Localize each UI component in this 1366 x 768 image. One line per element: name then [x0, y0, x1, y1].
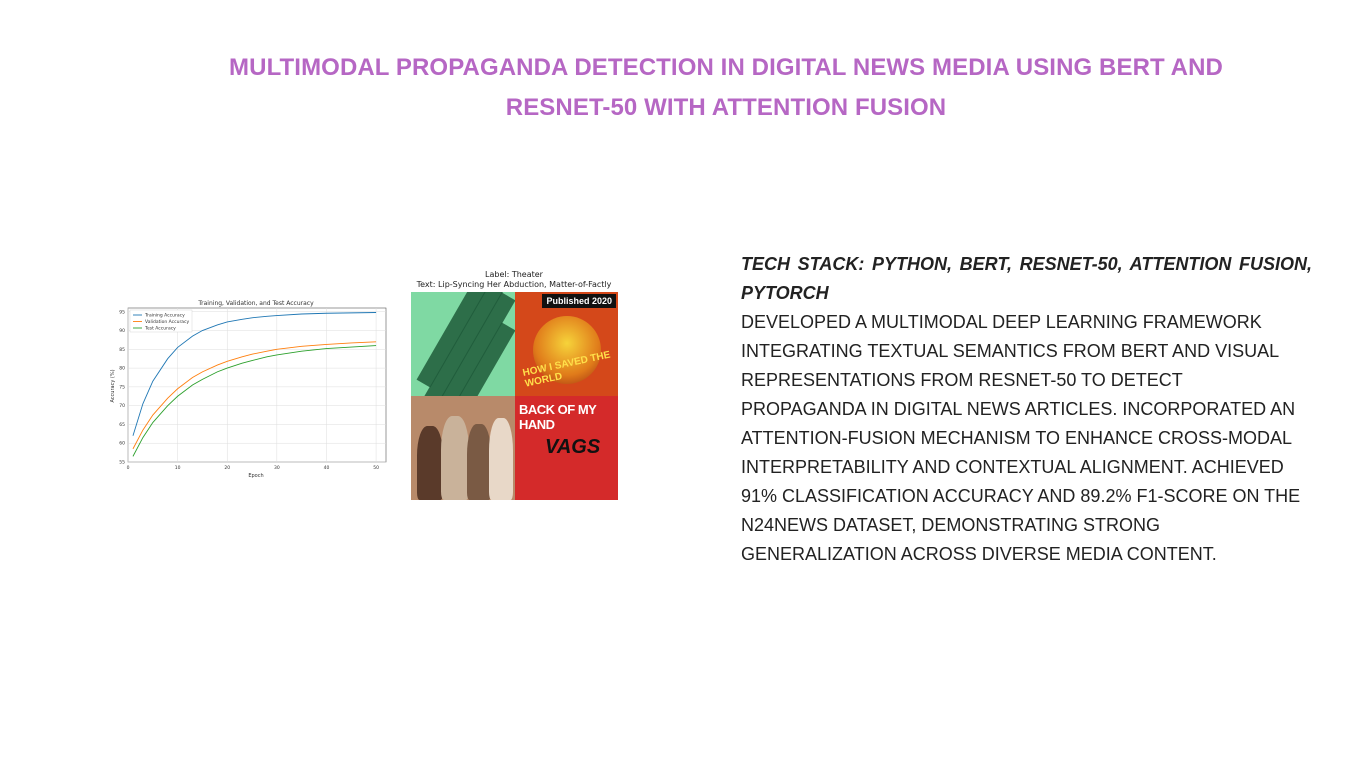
y-tick-label: 70: [119, 403, 125, 409]
x-tick-label: 10: [175, 465, 181, 471]
x-tick-label: 50: [373, 465, 379, 471]
y-tick-label: 65: [119, 422, 125, 428]
collage-tile-globe: Published 2020 HOW I SAVED THE WORLD: [515, 292, 618, 396]
published-badge: Published 2020: [542, 294, 616, 308]
y-tick-label: 85: [119, 347, 125, 353]
collage-image-grid: Published 2020 HOW I SAVED THE WORLD BAC…: [411, 292, 618, 500]
legend-label-0: Training Accuracy: [144, 313, 185, 319]
collage-tile-people: [411, 396, 515, 500]
tech-stack: TECH STACK: PYTHON, BERT, RESNET-50, ATT…: [741, 254, 1312, 303]
collage-tile-back-of-my-hand: BACK OF MY HAND VAGS: [515, 396, 618, 500]
project-description: DEVELOPED A MULTIMODAL DEEP LEARNING FRA…: [741, 312, 1301, 564]
x-tick-label: 30: [274, 465, 280, 471]
legend-label-2: Test Accuracy: [144, 326, 176, 332]
collage-text: Text: Lip-Syncing Her Abduction, Matter-…: [416, 280, 612, 289]
y-tick-label: 80: [119, 366, 125, 372]
series-line-2: [132, 345, 377, 457]
y-tick-label: 95: [119, 309, 125, 315]
accuracy-chart-svg: Training, Validation, and Test Accuracy …: [110, 300, 387, 479]
y-tick-label: 60: [119, 441, 125, 447]
legend-label-1: Validation Accuracy: [145, 319, 190, 325]
back-of-my-hand-text: BACK OF MY HAND: [519, 402, 597, 432]
collage-tile-shivers: [411, 292, 515, 396]
project-description-block: TECH STACK: PYTHON, BERT, RESNET-50, ATT…: [741, 250, 1312, 569]
x-tick-label: 0: [127, 465, 130, 471]
vags-logo: VAGS: [545, 436, 601, 458]
y-tick-label: 75: [119, 384, 125, 390]
collage-label: Label: Theater: [485, 270, 543, 279]
page-title: MULTIMODAL PROPAGANDA DETECTION IN DIGIT…: [229, 54, 1223, 121]
sample-collage: Label: Theater Text: Lip-Syncing Her Abd…: [404, 270, 624, 502]
y-tick-label: 90: [119, 328, 125, 334]
accuracy-chart: Training, Validation, and Test Accuracy …: [108, 296, 392, 480]
series-line-1: [132, 341, 377, 450]
chart-ylabel: Accuracy (%): [110, 369, 116, 402]
y-tick-label: 55: [119, 460, 125, 466]
chart-title: Training, Validation, and Test Accuracy: [197, 300, 314, 307]
x-tick-label: 20: [224, 465, 230, 471]
chart-xlabel: Epoch: [248, 473, 263, 479]
x-tick-label: 40: [324, 465, 330, 471]
